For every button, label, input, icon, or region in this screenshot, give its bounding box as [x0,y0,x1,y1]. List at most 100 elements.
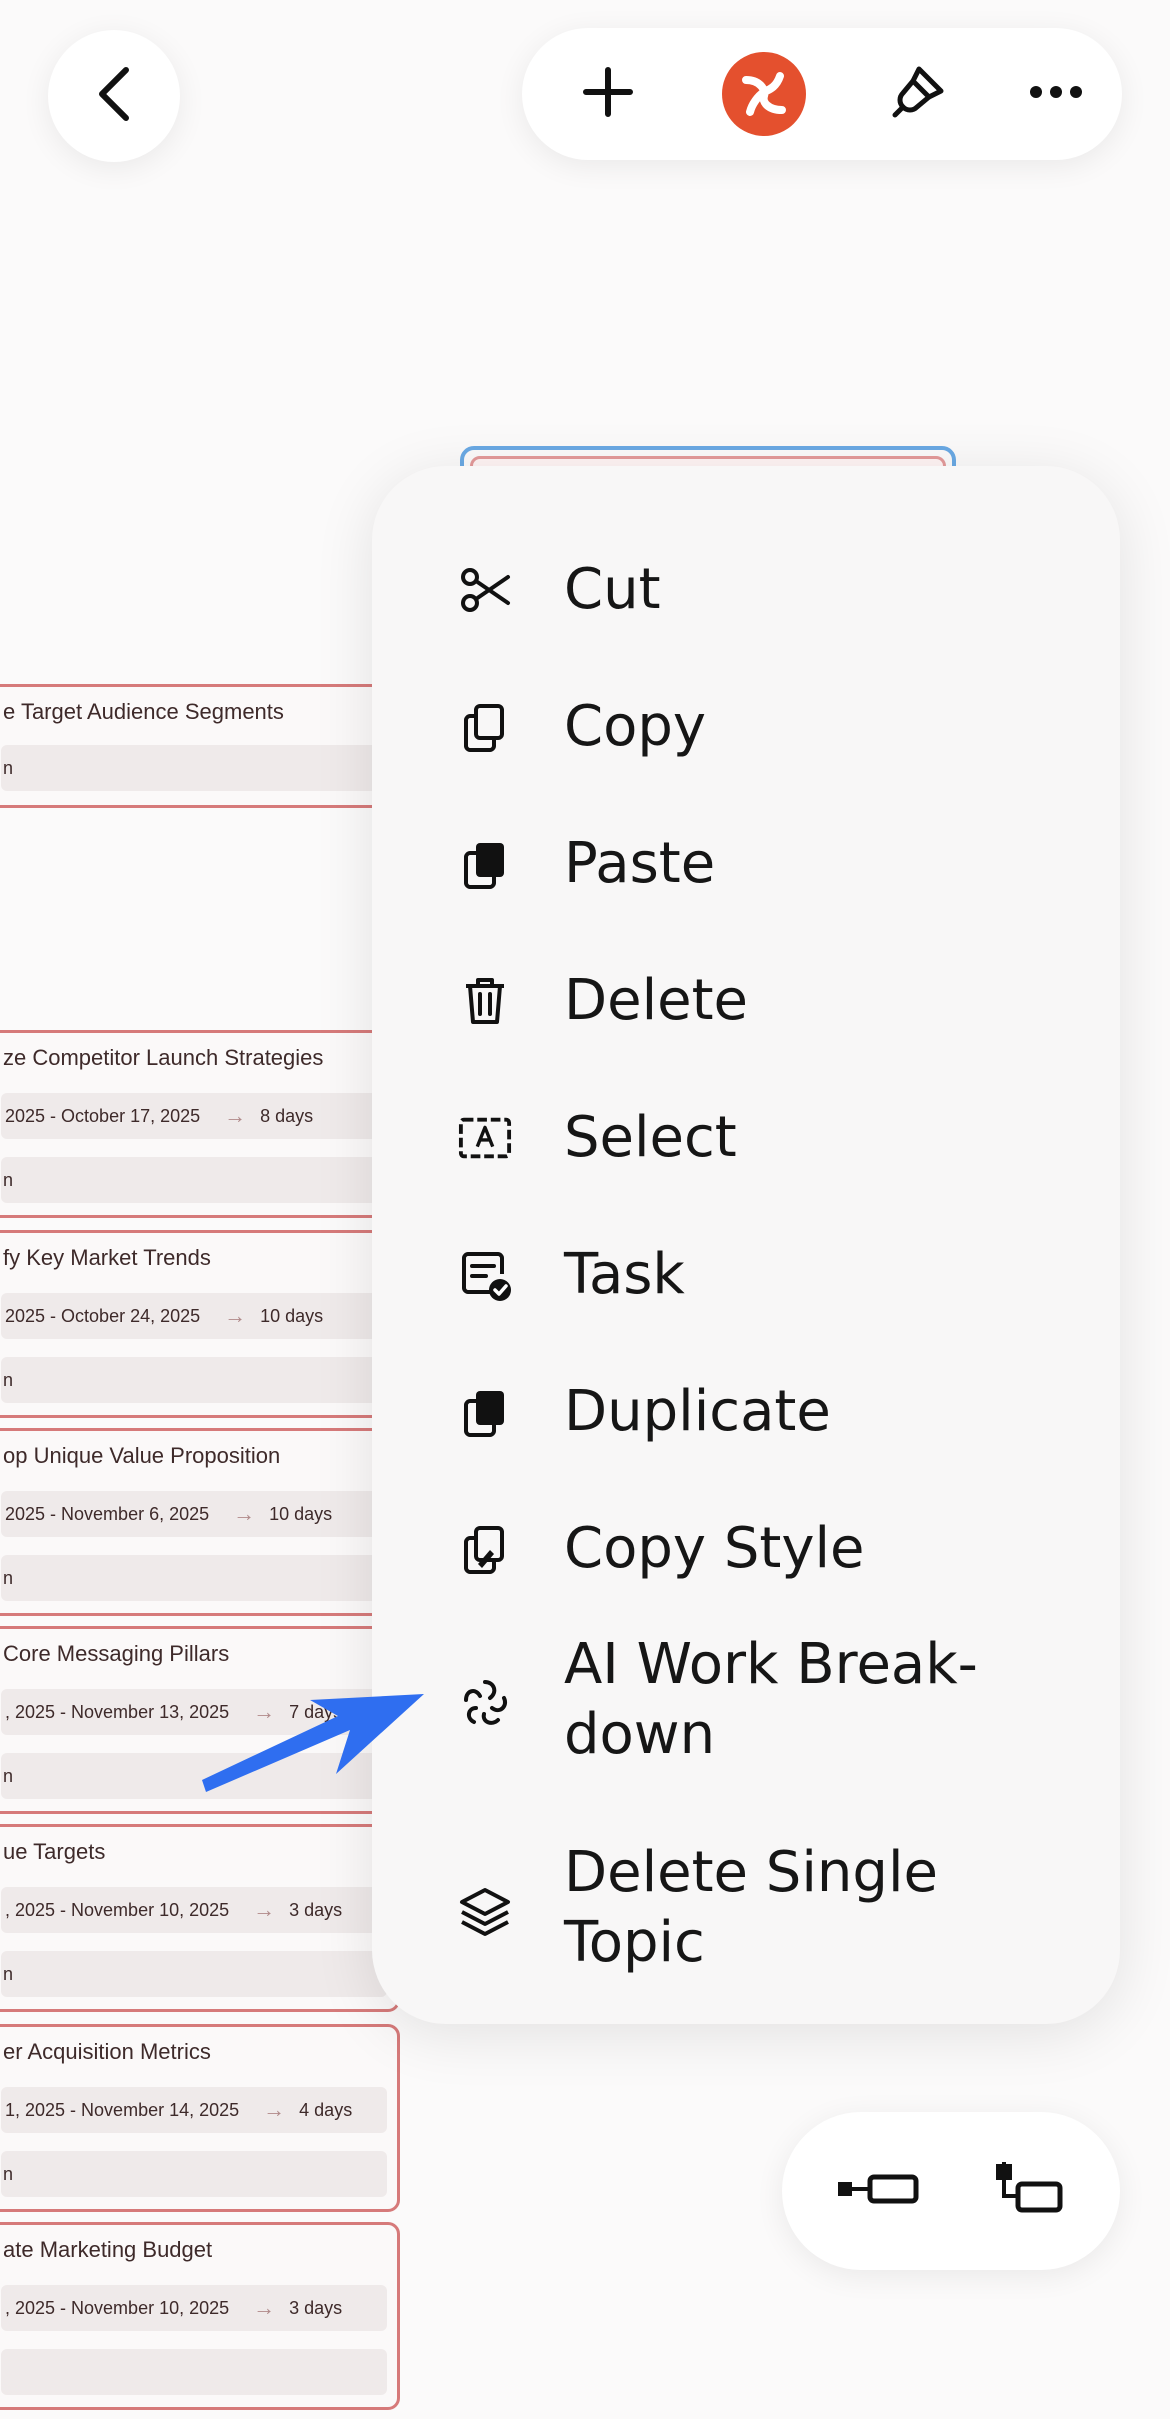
duplicate-icon [458,1385,512,1439]
paste-icon [458,837,512,891]
menu-item-cut[interactable]: Cut [372,522,1120,658]
layout-tree-icon [992,2160,1064,2223]
topic-title: e Target Audience Segments [3,699,284,724]
topic-assignee-pill: n [1,2151,387,2197]
layout-control [782,2112,1120,2270]
topic-assignee-pill: n [1,1951,387,1997]
topic-date-pill: 2025 - November 6, 2025 → 10 days [1,1491,387,1537]
context-menu: Cut Copy Paste Delete Select Task Duplic… [372,466,1120,2024]
plus-icon [582,66,634,123]
layers-icon [458,1884,512,1938]
topic-assignee-pill: n [1,1555,387,1601]
topic-duration: 8 days [260,1105,314,1126]
menu-item-label-line1: AI Work Break- [564,1632,978,1697]
canvas-blank [0,810,290,1030]
topic-dates: 2025 - October 17, 2025 [5,1105,201,1126]
menu-item-task[interactable]: Task [372,1207,1120,1343]
scissors-icon [458,563,512,617]
topic-node[interactable]: er Acquisition Metrics 1, 2025 - Novembe… [0,2024,400,2212]
topic-title: er Acquisition Metrics [3,2039,211,2064]
app-logo-button[interactable] [714,28,814,160]
copy-icon [458,700,512,754]
top-toolbar [522,28,1122,160]
menu-item-label: Delete [564,968,748,1033]
topic-assignee: n [3,1963,14,1984]
topic-node[interactable]: e Target Audience Segments n [0,684,400,808]
menu-item-label: Paste [564,831,716,896]
trash-icon [458,974,512,1028]
topic-title: ue Targets [3,1839,106,1864]
topic-dates: , 2025 - November 13, 2025 [5,1701,230,1722]
menu-item-label: Copy Style [564,1516,865,1581]
arrow-right-icon: → [224,1103,247,1128]
layout-tree-button[interactable] [968,2112,1088,2270]
menu-item-label: Select [564,1105,737,1170]
topic-assignee: n [3,2163,14,2184]
arrow-right-icon: → [224,1303,247,1328]
menu-item-duplicate[interactable]: Duplicate [372,1344,1120,1480]
menu-item-select[interactable]: Select [372,1070,1120,1206]
topic-assignee: n [3,1169,14,1190]
topic-date-pill: , 2025 - November 10, 2025 → 3 days [1,2285,387,2331]
paint-brush-icon [889,63,947,126]
topic-date-pill: 2025 - October 24, 2025 → 10 days [1,1293,387,1339]
menu-item-label: Copy [564,694,707,759]
layout-horizontal-icon [836,2172,920,2211]
app-logo-icon [722,52,806,136]
topic-duration: 10 days [269,1503,333,1524]
topic-title: fy Key Market Trends [3,1245,211,1270]
layout-horizontal-button[interactable] [818,2112,938,2270]
topic-title: op Unique Value Proposition [3,1443,281,1468]
topic-date-pill: , 2025 - November 10, 2025 → 3 days [1,1887,387,1933]
style-button[interactable] [868,28,968,160]
topic-node[interactable]: ue Targets , 2025 - November 10, 2025 → … [0,1824,400,2012]
menu-item-label: Duplicate [564,1379,831,1444]
pointer-arrow-annotation [200,1680,430,1805]
topic-assignee: n [3,1369,14,1390]
arrow-right-icon: → [253,2295,276,2320]
topic-assignee-pill: n [1,745,387,791]
select-text-icon [458,1111,512,1165]
task-icon [458,1248,512,1302]
add-button[interactable] [558,28,658,160]
topic-node[interactable]: fy Key Market Trends 2025 - October 24, … [0,1230,400,1418]
topic-title: ze Competitor Launch Strategies [3,1045,324,1070]
menu-item-label-line2: down [564,1702,716,1767]
topic-duration: 4 days [299,2099,353,2120]
topic-assignee: n [3,757,14,778]
more-button[interactable] [1006,28,1106,160]
topic-dates: 1, 2025 - November 14, 2025 [5,2099,240,2120]
topic-assignee-pill: n [1,1157,387,1203]
topic-assignee-pill [1,2349,387,2395]
topic-dates: 2025 - October 24, 2025 [5,1305,201,1326]
copy-style-icon [458,1522,512,1576]
arrow-right-icon: → [263,2097,286,2122]
ai-sparkle-icon [458,1676,512,1730]
menu-item-ai-work-breakdown[interactable]: AI Work Break- down [372,1618,1120,1788]
topic-dates: , 2025 - November 10, 2025 [5,2297,230,2318]
topic-assignee-pill: n [1,1357,387,1403]
topic-date-pill: 2025 - October 17, 2025 → 8 days [1,1093,387,1139]
menu-item-label-line1: Delete Single [564,1840,938,1905]
topic-dates: 2025 - November 6, 2025 [5,1503,210,1524]
menu-item-paste[interactable]: Paste [372,796,1120,932]
topic-node[interactable]: op Unique Value Proposition 2025 - Novem… [0,1428,400,1616]
topic-title: ate Marketing Budget [3,2237,213,2262]
menu-item-copy[interactable]: Copy [372,659,1120,795]
menu-item-label: Cut [564,557,661,622]
arrow-right-icon: → [253,1897,276,1922]
topic-date-pill: 1, 2025 - November 14, 2025 → 4 days [1,2087,387,2133]
menu-item-label-line2: Topic [564,1910,705,1975]
menu-item-delete[interactable]: Delete [372,933,1120,1069]
topic-node[interactable]: ate Marketing Budget , 2025 - November 1… [0,2222,400,2410]
topic-duration: 10 days [260,1305,324,1326]
back-button[interactable] [48,30,180,162]
topic-duration: 3 days [289,1899,343,1920]
topic-title: Core Messaging Pillars [3,1641,230,1666]
menu-item-copy-style[interactable]: Copy Style [372,1481,1120,1617]
topic-node[interactable]: ze Competitor Launch Strategies 2025 - O… [0,1030,400,1218]
arrow-right-icon: → [233,1501,256,1526]
chevron-left-icon [92,64,136,129]
menu-item-delete-single-topic[interactable]: Delete Single Topic [372,1826,1120,1996]
topic-dates: , 2025 - November 10, 2025 [5,1899,230,1920]
